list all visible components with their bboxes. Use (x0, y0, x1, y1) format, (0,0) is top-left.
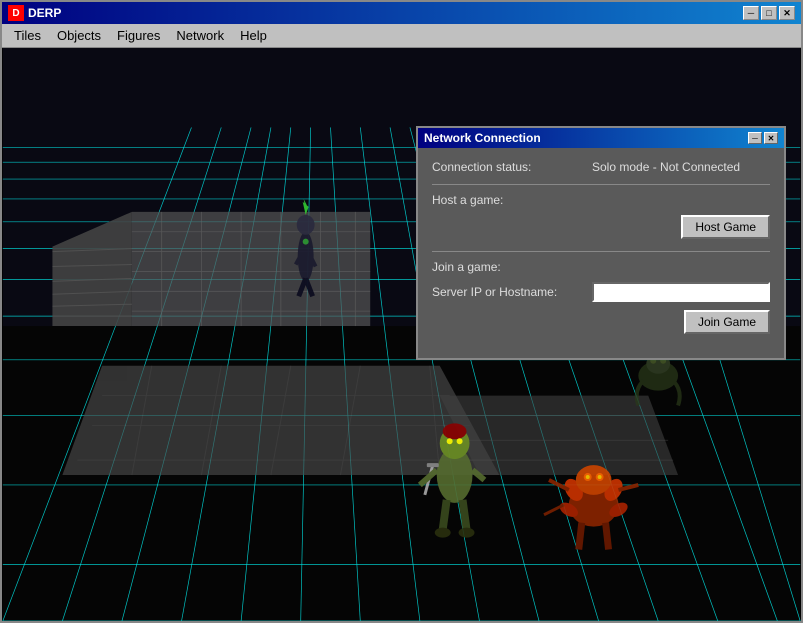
maximize-button[interactable]: □ (761, 6, 777, 20)
close-button[interactable]: ✕ (779, 6, 795, 20)
host-game-label: Host a game: (432, 193, 770, 207)
host-game-button[interactable]: Host Game (681, 215, 770, 239)
connection-status-label: Connection status: (432, 160, 592, 174)
main-window: D DERP ─ □ ✕ Tiles Objects Figures Netwo… (0, 0, 803, 623)
menu-figures[interactable]: Figures (109, 26, 168, 45)
game-scene: Network Connection ─ ✕ Connection status… (2, 48, 801, 621)
menu-bar: Tiles Objects Figures Network Help (2, 24, 801, 48)
network-dialog: Network Connection ─ ✕ Connection status… (416, 126, 786, 360)
server-ip-row: Server IP or Hostname: (432, 282, 770, 302)
join-game-button-row: Join Game (432, 310, 770, 334)
join-game-button[interactable]: Join Game (684, 310, 770, 334)
separator-2 (432, 251, 770, 252)
server-ip-label: Server IP or Hostname: (432, 285, 592, 299)
menu-objects[interactable]: Objects (49, 26, 109, 45)
title-bar-left: D DERP (8, 5, 61, 21)
dialog-minimize-btn[interactable]: ─ (748, 132, 762, 144)
window-title: DERP (28, 6, 61, 20)
join-game-label: Join a game: (432, 260, 770, 274)
server-ip-input[interactable] (592, 282, 770, 302)
host-game-button-row: Host Game (432, 215, 770, 239)
title-bar: D DERP ─ □ ✕ (2, 2, 801, 24)
menu-help[interactable]: Help (232, 26, 275, 45)
dialog-title-bar: Network Connection ─ ✕ (418, 128, 784, 148)
dialog-title: Network Connection (424, 131, 541, 145)
separator-1 (432, 184, 770, 185)
app-icon: D (8, 5, 24, 21)
game-viewport: Network Connection ─ ✕ Connection status… (2, 48, 801, 621)
dialog-content: Connection status: Solo mode - Not Conne… (418, 148, 784, 358)
dialog-title-buttons: ─ ✕ (748, 132, 778, 144)
connection-status-value: Solo mode - Not Connected (592, 160, 740, 174)
connection-status-row: Connection status: Solo mode - Not Conne… (432, 160, 770, 174)
minimize-button[interactable]: ─ (743, 6, 759, 20)
dialog-close-btn[interactable]: ✕ (764, 132, 778, 144)
menu-network[interactable]: Network (168, 26, 232, 45)
title-bar-buttons: ─ □ ✕ (743, 6, 795, 20)
menu-tiles[interactable]: Tiles (6, 26, 49, 45)
